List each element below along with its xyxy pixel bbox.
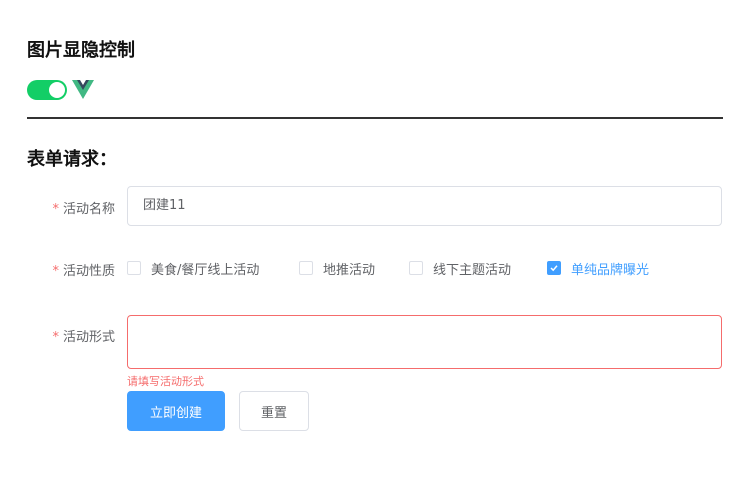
activity-name-label-text: 活动名称 [62, 202, 115, 217]
checkbox-box [409, 261, 423, 275]
checkbox-label: 单纯品牌曝光 [571, 262, 650, 278]
toggle-knob [49, 82, 65, 98]
activity-name-label: * 活动名称 [52, 198, 115, 217]
activity-nature-label: * 活动性质 [52, 260, 115, 279]
section-divider [27, 117, 723, 119]
checkbox-box [127, 261, 141, 275]
reset-button[interactable]: 重置 [239, 391, 309, 431]
checkbox-online-food-activity[interactable]: 美食/餐厅线上活动 [127, 260, 260, 278]
check-icon [550, 265, 558, 272]
checkbox-offline-theme[interactable]: 线下主题活动 [409, 260, 512, 278]
checkbox-label: 地推活动 [323, 262, 376, 278]
activity-name-input[interactable]: 团建11 [127, 186, 722, 226]
checkbox-ground-promotion[interactable]: 地推活动 [299, 260, 376, 278]
required-star: * [52, 264, 59, 279]
image-visibility-toggle[interactable] [27, 80, 67, 100]
form-request-title: 表单请求： [27, 149, 117, 170]
activity-form-label-text: 活动形式 [62, 330, 115, 345]
required-star: * [52, 202, 59, 217]
visibility-control-title: 图片显隐控制 [27, 40, 135, 61]
checkbox-label: 线下主题活动 [433, 262, 512, 278]
required-star: * [52, 330, 59, 345]
checkbox-label: 美食/餐厅线上活动 [151, 262, 260, 278]
activity-form-error: 请填写活动形式 [127, 375, 204, 388]
activity-form-label: * 活动形式 [52, 326, 115, 345]
vue-logo-icon [72, 80, 94, 99]
activity-form-textarea[interactable] [127, 315, 722, 369]
checkbox-brand-exposure[interactable]: 单纯品牌曝光 [547, 260, 650, 278]
checkbox-box [299, 261, 313, 275]
activity-nature-label-text: 活动性质 [62, 264, 115, 279]
checkbox-box [547, 261, 561, 275]
create-now-button[interactable]: 立即创建 [127, 391, 225, 431]
